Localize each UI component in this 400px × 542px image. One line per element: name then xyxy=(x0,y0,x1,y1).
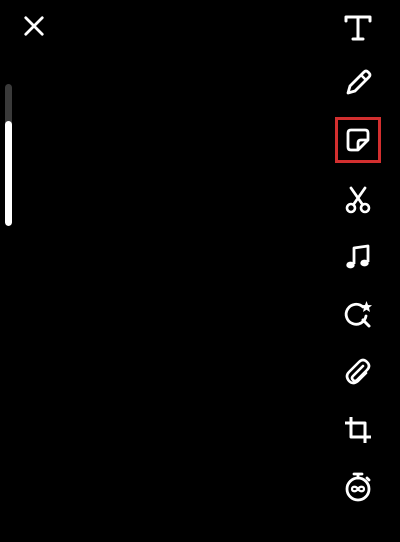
attachment-tool-button[interactable] xyxy=(330,347,386,397)
editing-toolbar xyxy=(330,0,386,542)
sticker-icon xyxy=(346,128,370,152)
draw-tool-button[interactable] xyxy=(330,58,386,108)
timer-infinity-icon xyxy=(345,472,371,502)
text-tool-button[interactable] xyxy=(330,2,386,52)
lens-search-icon xyxy=(344,301,372,328)
brush-size-slider-fill xyxy=(5,120,12,226)
brush-size-slider[interactable] xyxy=(5,84,12,226)
music-note-icon xyxy=(346,244,370,269)
paperclip-icon xyxy=(345,358,371,385)
timer-tool-button[interactable] xyxy=(330,462,386,512)
scissors-tool-button[interactable] xyxy=(330,175,386,225)
music-tool-button[interactable] xyxy=(330,232,386,282)
crop-tool-button[interactable] xyxy=(330,405,386,455)
scissors-icon xyxy=(345,186,371,214)
close-button[interactable] xyxy=(20,12,48,40)
snap-editor-screen xyxy=(0,0,400,542)
sticker-tool-button[interactable] xyxy=(335,117,381,163)
close-icon xyxy=(24,16,44,36)
text-icon xyxy=(344,15,372,41)
crop-icon xyxy=(345,417,371,443)
lens-tool-button[interactable] xyxy=(330,290,386,340)
pencil-icon xyxy=(346,69,372,95)
